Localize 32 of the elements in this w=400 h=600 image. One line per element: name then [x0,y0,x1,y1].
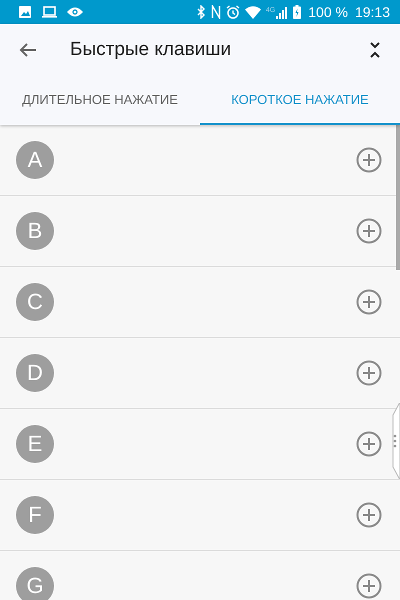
bluetooth-icon [196,5,206,19]
wifi-icon [244,6,261,18]
back-icon[interactable] [19,42,37,58]
add-icon[interactable] [356,360,382,386]
edge-handle-drawing[interactable] [390,403,400,479]
letter-avatar: E [16,425,54,463]
letter-avatar: F [16,496,54,534]
add-icon[interactable] [356,289,382,315]
add-icon[interactable] [356,431,382,457]
alarm-icon [226,5,240,19]
letter-avatar: D [16,354,54,392]
add-icon[interactable] [356,573,382,599]
add-icon[interactable] [356,147,382,173]
scrollbar[interactable] [396,125,400,270]
laptop-icon [41,5,58,19]
letter-avatar: G [16,567,54,600]
signal-icon [276,6,288,18]
collapse-icon[interactable] [370,42,380,58]
clock: 19:13 [354,4,390,20]
add-icon[interactable] [356,218,382,244]
tab[interactable]: ДЛИТЕЛЬНОЕ НАЖАТИЕ [0,76,200,125]
nfc-icon [210,5,221,19]
letter-avatar: B [16,212,54,250]
add-icon[interactable] [356,502,382,528]
battery-icon [293,5,302,19]
tab[interactable]: КОРОТКОЕ НАЖАТИЕ [200,76,400,125]
battery-level: 100 % [308,4,348,20]
letter-avatar: C [16,283,54,321]
screen-title: Быстрые клавиши [70,39,232,61]
image-icon [18,5,32,19]
eye-icon [67,6,83,18]
letter-avatar: A [16,141,54,179]
